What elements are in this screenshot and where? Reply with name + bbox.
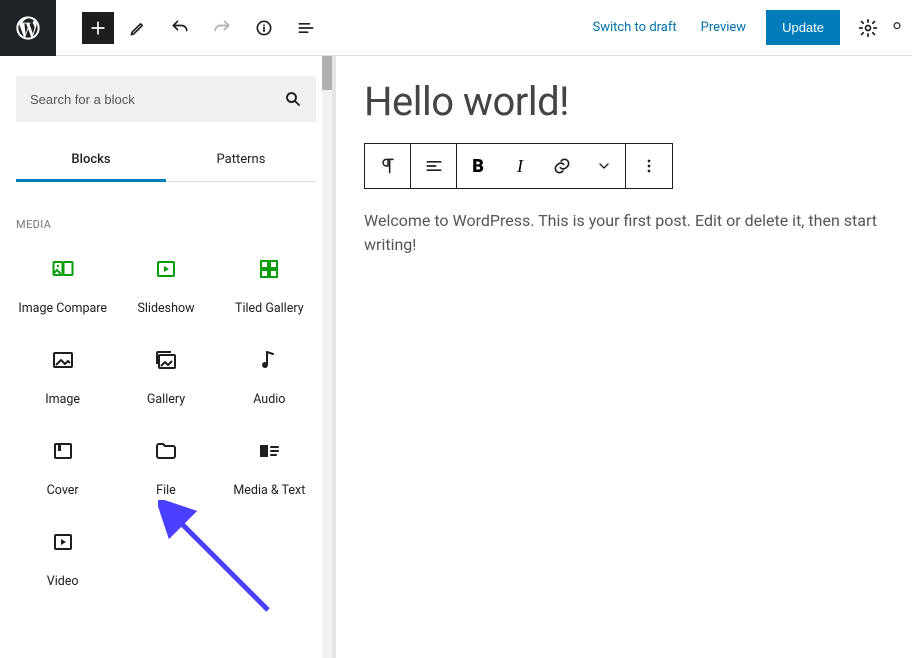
search-icon — [284, 90, 302, 108]
block-tiled-gallery[interactable]: Tiled Gallery — [223, 255, 316, 316]
outline-button[interactable] — [288, 10, 324, 46]
toolbar-format-group: B I — [457, 144, 626, 188]
wordpress-icon — [14, 14, 42, 42]
cover-icon — [51, 439, 75, 463]
block-file[interactable]: File — [119, 437, 212, 498]
block-video[interactable]: Video — [16, 528, 109, 589]
block-label: Tiled Gallery — [235, 301, 304, 316]
wordpress-logo[interactable] — [0, 0, 56, 56]
media-text-icon — [257, 439, 281, 463]
block-image-compare[interactable]: Image Compare — [16, 255, 109, 316]
image-compare-icon — [51, 257, 75, 281]
toolbar-block-type[interactable] — [365, 144, 411, 188]
list-icon — [296, 18, 316, 38]
block-media-text[interactable]: Media & Text — [223, 437, 316, 498]
block-label: Image Compare — [18, 301, 107, 316]
editor-canvas[interactable]: Hello world! B I Welcome to — [336, 56, 912, 658]
block-label: Media & Text — [233, 483, 305, 498]
details-button[interactable] — [246, 10, 282, 46]
top-toolbar: Switch to draft Preview Update — [0, 0, 912, 56]
switch-to-draft-button[interactable]: Switch to draft — [580, 20, 688, 35]
gallery-icon — [154, 348, 178, 372]
edit-tool-button[interactable] — [120, 10, 156, 46]
settings-button[interactable] — [850, 10, 886, 46]
tiled-gallery-icon — [257, 257, 281, 281]
add-block-button[interactable] — [82, 12, 114, 44]
post-title[interactable]: Hello world! — [364, 78, 884, 125]
block-image[interactable]: Image — [16, 346, 109, 407]
block-label: Gallery — [147, 392, 185, 407]
toolbar-align[interactable] — [411, 144, 457, 188]
link-icon — [552, 156, 572, 176]
block-label: Cover — [47, 483, 79, 498]
audio-icon — [257, 348, 281, 372]
sidebar-scrollbar-thumb[interactable] — [322, 56, 332, 90]
redo-button[interactable] — [204, 10, 240, 46]
pinned-items-button[interactable] — [890, 10, 904, 46]
paragraph-icon — [378, 156, 398, 176]
info-icon — [254, 18, 274, 38]
toolbar-options[interactable] — [626, 144, 672, 188]
bold-icon: B — [472, 156, 484, 177]
more-vertical-icon — [639, 156, 659, 176]
inserter-tabs: Blocks Patterns — [16, 140, 316, 182]
image-icon — [51, 348, 75, 372]
block-label: File — [156, 483, 176, 498]
preview-button[interactable]: Preview — [689, 20, 758, 35]
block-label: Slideshow — [137, 301, 194, 316]
block-grid: Image Compare Slideshow Tiled Gallery Im — [16, 255, 316, 589]
block-audio[interactable]: Audio — [223, 346, 316, 407]
toolbar-link[interactable] — [541, 144, 583, 188]
pin-icon — [890, 18, 904, 38]
pencil-icon — [128, 18, 148, 38]
plus-icon — [88, 18, 108, 38]
align-icon — [424, 156, 444, 176]
slideshow-icon — [154, 257, 178, 281]
gear-icon — [858, 18, 878, 38]
redo-icon — [212, 18, 232, 38]
section-media-heading: MEDIA — [16, 218, 316, 231]
block-slideshow[interactable]: Slideshow — [119, 255, 212, 316]
block-label: Audio — [253, 392, 285, 407]
toolbar-bold[interactable]: B — [457, 144, 499, 188]
file-icon — [154, 439, 178, 463]
block-label: Image — [45, 392, 80, 407]
block-inserter-panel: Blocks Patterns MEDIA Image Compare Slid… — [0, 56, 332, 658]
chevron-down-icon — [596, 158, 612, 174]
body-wrap: Blocks Patterns MEDIA Image Compare Slid… — [0, 56, 912, 658]
block-search-input[interactable] — [30, 92, 284, 107]
sidebar-scrollbar[interactable] — [322, 56, 332, 658]
block-toolbar: B I — [364, 143, 673, 189]
post-body[interactable]: Welcome to WordPress. This is your first… — [364, 209, 884, 257]
block-label: Video — [47, 574, 79, 589]
block-cover[interactable]: Cover — [16, 437, 109, 498]
undo-icon — [170, 18, 190, 38]
update-button[interactable]: Update — [766, 10, 840, 45]
tab-patterns[interactable]: Patterns — [166, 140, 316, 181]
tab-blocks[interactable]: Blocks — [16, 140, 166, 182]
toolbar-more-format[interactable] — [583, 144, 625, 188]
block-search[interactable] — [16, 76, 316, 122]
undo-button[interactable] — [162, 10, 198, 46]
toolbar-italic[interactable]: I — [499, 144, 541, 188]
italic-icon: I — [517, 156, 523, 177]
block-gallery[interactable]: Gallery — [119, 346, 212, 407]
video-icon — [51, 530, 75, 554]
